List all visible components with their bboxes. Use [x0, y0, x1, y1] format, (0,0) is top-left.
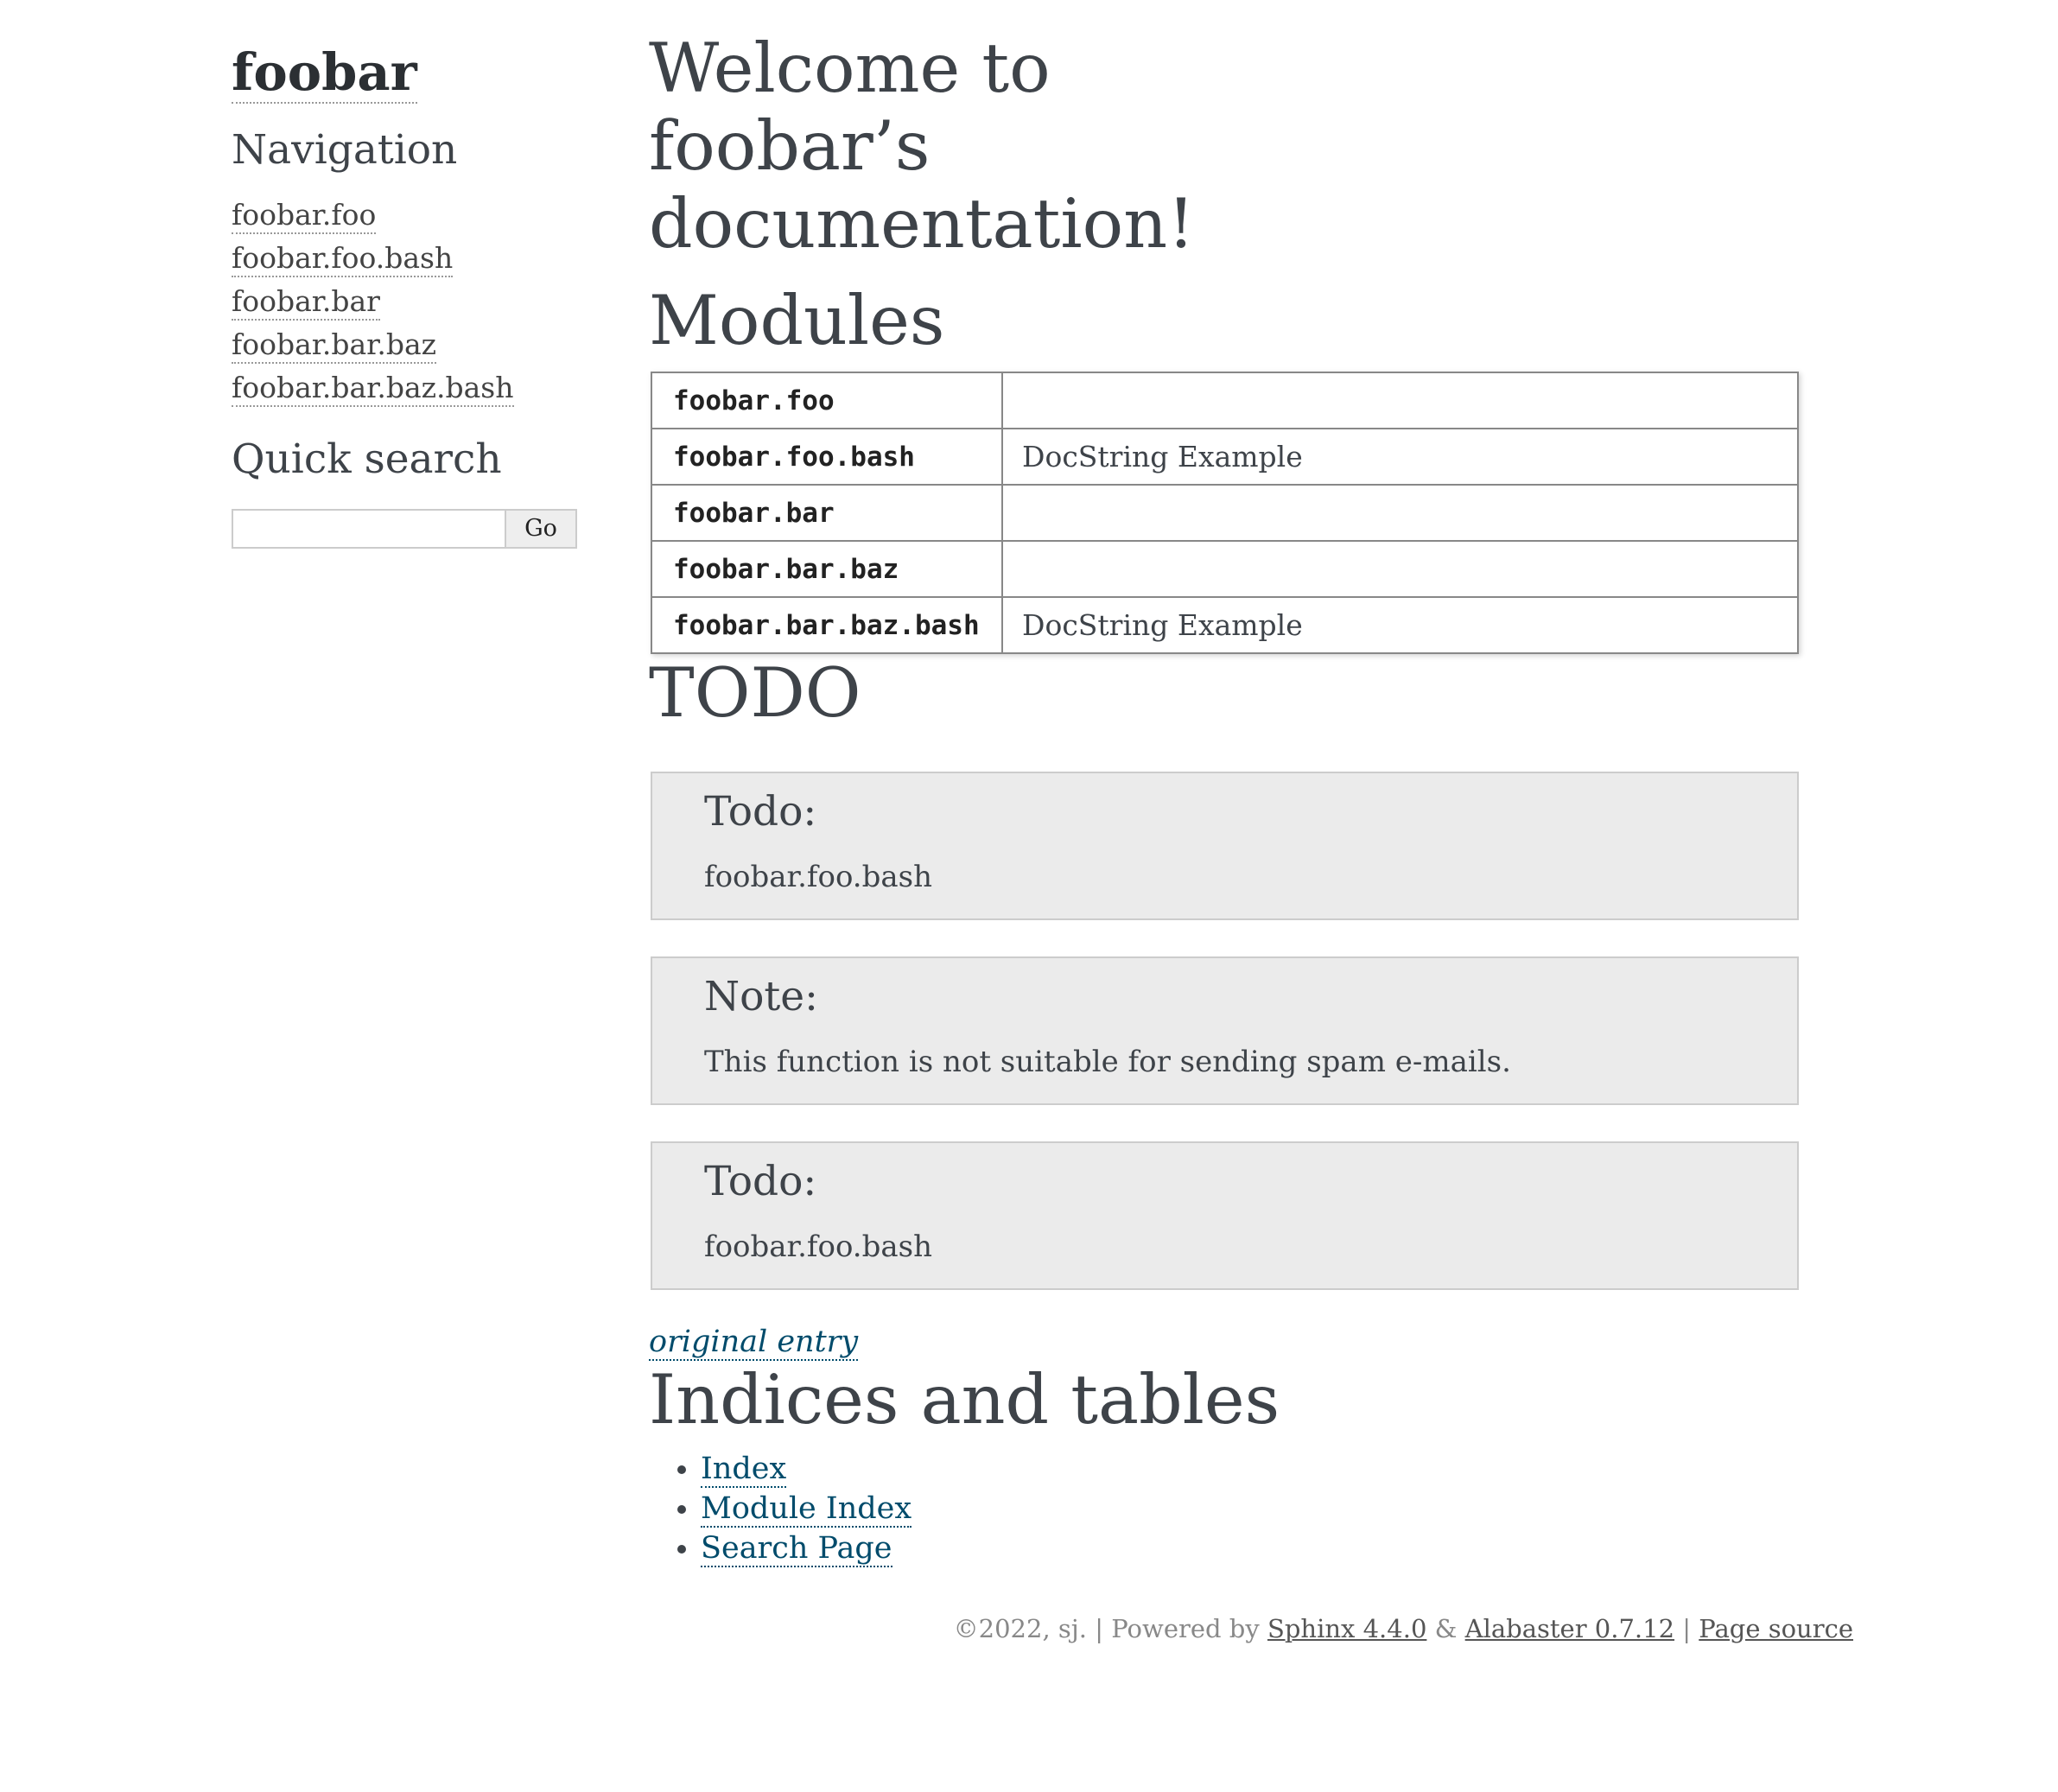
admonition-title: Note:	[704, 973, 818, 1020]
nav-item: foobar.bar.baz	[232, 323, 594, 366]
admonition-title: Todo:	[704, 788, 817, 836]
module-desc-cell: DocString Example	[1001, 428, 1799, 486]
todo-heading: TODO	[649, 653, 861, 733]
footer-separator: | Powered by	[1087, 1614, 1267, 1643]
module-name-cell[interactable]: foobar.bar.baz.bash	[651, 596, 1003, 654]
module-name-cell[interactable]: foobar.foo.bash	[651, 428, 1003, 486]
footer: ©2022, sj. | Powered by Sphinx 4.4.0 & A…	[954, 1614, 1853, 1643]
modules-table: foobar.foo foobar.foo.bash DocString Exa…	[651, 372, 1799, 654]
nav-link-foobar-bar-baz[interactable]: foobar.bar.baz	[232, 327, 437, 365]
table-row: foobar.bar	[651, 484, 1799, 542]
indices-list: Index Module Index Search Page	[649, 1449, 1798, 1568]
module-index-link[interactable]: Module Index	[701, 1491, 912, 1528]
main-content: Welcome to foobar’s documentation! Modul…	[649, 29, 1799, 1568]
module-desc-cell: DocString Example	[1001, 596, 1799, 654]
index-link[interactable]: Index	[701, 1452, 787, 1489]
module-desc-cell	[1001, 484, 1799, 542]
search-page-link[interactable]: Search Page	[701, 1531, 892, 1568]
original-entry-link[interactable]: original entry	[649, 1325, 859, 1362]
footer-ampersand: &	[1426, 1614, 1465, 1643]
navigation-heading: Navigation	[232, 125, 458, 174]
table-row: foobar.foo.bash DocString Example	[651, 428, 1799, 486]
nav-link-foobar-foo[interactable]: foobar.foo	[232, 198, 377, 235]
admonition-title: Todo:	[704, 1158, 817, 1205]
module-name-cell[interactable]: foobar.foo	[651, 372, 1003, 429]
todo-admonition: Todo: foobar.foo.bash	[651, 1141, 1799, 1290]
quick-search-form: Go	[232, 508, 594, 549]
table-row: foobar.bar.baz.bash DocString Example	[651, 596, 1799, 654]
list-item: Index	[701, 1449, 1798, 1489]
table-row: foobar.bar.baz	[651, 540, 1799, 598]
note-admonition: Note: This function is not suitable for …	[651, 956, 1799, 1105]
footer-copyright: ©2022, sj.	[953, 1614, 1087, 1643]
modules-heading: Modules	[649, 281, 945, 360]
nav-item: foobar.bar	[232, 280, 594, 323]
indices-heading: Indices and tables	[649, 1360, 1280, 1440]
admonition-body: foobar.foo.bash	[704, 860, 932, 894]
search-go-button[interactable]: Go	[506, 508, 577, 549]
module-name-cell[interactable]: foobar.bar	[651, 484, 1003, 542]
nav-link-foobar-bar-baz-bash[interactable]: foobar.bar.baz.bash	[232, 371, 514, 408]
sphinx-link[interactable]: Sphinx 4.4.0	[1267, 1614, 1426, 1643]
nav-item: foobar.bar.baz.bash	[232, 366, 594, 410]
sidebar: foobar Navigation foobar.foo foobar.foo.…	[232, 43, 594, 549]
todo-admonition: Todo: foobar.foo.bash	[651, 772, 1799, 920]
navigation-list: foobar.foo foobar.foo.bash foobar.bar fo…	[232, 194, 594, 410]
admonition-body: foobar.foo.bash	[704, 1230, 932, 1264]
search-input[interactable]	[232, 508, 506, 549]
nav-link-foobar-foo-bash[interactable]: foobar.foo.bash	[232, 241, 454, 278]
nav-item: foobar.foo	[232, 194, 594, 237]
page-source-link[interactable]: Page source	[1699, 1614, 1853, 1643]
page-title: Welcome to foobar’s documentation!	[649, 29, 1195, 264]
admonition-body: This function is not suitable for sendin…	[704, 1045, 1511, 1079]
footer-separator: |	[1674, 1614, 1699, 1643]
module-desc-cell	[1001, 372, 1799, 429]
module-name-cell[interactable]: foobar.bar.baz	[651, 540, 1003, 598]
alabaster-link[interactable]: Alabaster 0.7.12	[1465, 1614, 1674, 1643]
list-item: Module Index	[701, 1489, 1798, 1528]
logo-link[interactable]: foobar	[232, 43, 417, 104]
nav-item: foobar.foo.bash	[232, 237, 594, 280]
nav-link-foobar-bar[interactable]: foobar.bar	[232, 284, 380, 321]
quick-search-heading: Quick search	[232, 435, 502, 484]
module-desc-cell	[1001, 540, 1799, 598]
list-item: Search Page	[701, 1528, 1798, 1568]
table-row: foobar.foo	[651, 372, 1799, 429]
